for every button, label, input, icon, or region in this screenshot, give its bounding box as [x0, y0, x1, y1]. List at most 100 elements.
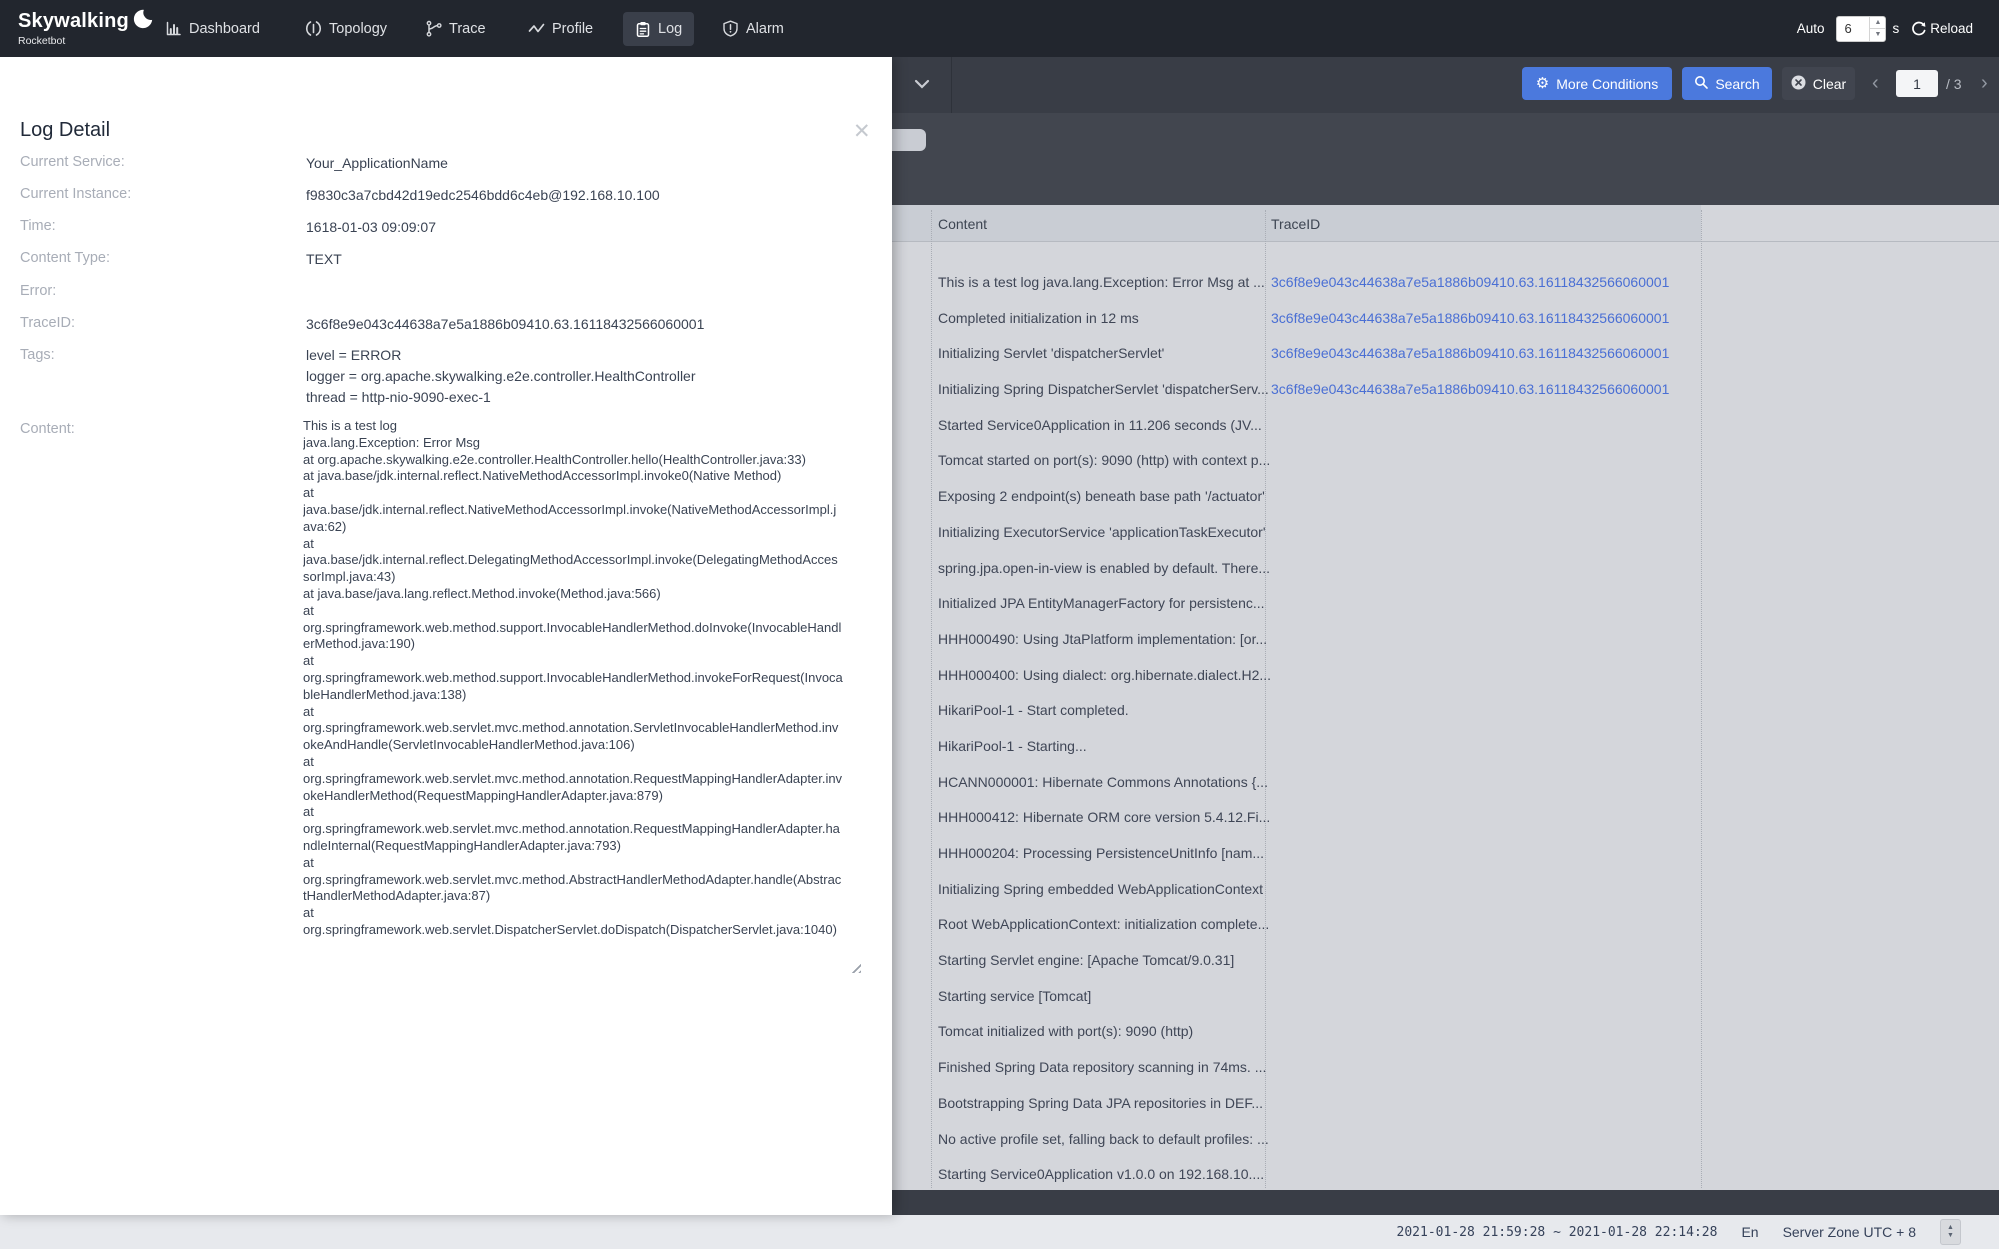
trace-id-link[interactable]: 3c6f8e9e043c44638a7e5a1886b09410.63.1611…: [1271, 301, 1669, 337]
log-content-cell: Initializing Spring DispatcherServlet 'd…: [938, 381, 1269, 398]
alarm-icon: [722, 20, 739, 37]
field-value-time: 1618-01-03 09:09:07: [306, 219, 436, 235]
nav-item-trace[interactable]: Trace: [425, 0, 486, 57]
log-content-cell: HHH000490: Using JtaPlatform implementat…: [938, 630, 1268, 647]
log-content-textarea[interactable]: This is a test log java.lang.Exception: …: [303, 418, 843, 974]
field-value-traceid: 3c6f8e9e043c44638a7e5a1886b09410.63.1611…: [306, 316, 705, 332]
chevron-left-icon: ‹: [1872, 72, 1879, 94]
trace-id-link[interactable]: 3c6f8e9e043c44638a7e5a1886b09410.63.1611…: [1271, 265, 1669, 301]
search-label: Search: [1715, 75, 1760, 92]
auto-label: Auto: [1796, 21, 1825, 36]
log-content-cell: Bootstrapping Spring Data JPA repositori…: [938, 1094, 1264, 1111]
logo-subtitle: Rocketbot: [18, 35, 66, 47]
more-conditions-button[interactable]: ⚙ More Conditions: [1522, 67, 1672, 100]
app-logo[interactable]: Skywalking Rocketbot: [18, 8, 153, 47]
log-content-cell: HikariPool-1 - Start completed.: [938, 702, 1129, 719]
close-icon[interactable]: ✕: [853, 119, 871, 144]
log-content-cell: Starting Service0Application v1.0.0 on 1…: [938, 1166, 1265, 1183]
log-content-cell: Root WebApplicationContext: initializati…: [938, 916, 1270, 933]
nav-label: Profile: [552, 20, 594, 37]
search-button[interactable]: Search: [1682, 67, 1772, 100]
time-range-text[interactable]: 2021-01-28 21:59:28 ~ 2021-01-28 22:14:2…: [1397, 1225, 1718, 1240]
nav-item-topology[interactable]: Topology: [305, 0, 387, 57]
auto-interval-value[interactable]: 6: [1837, 21, 1869, 36]
log-content-cell: HHH000400: Using dialect: org.hibernate.…: [938, 666, 1272, 683]
auto-interval-input[interactable]: 6 ▲ ▼: [1836, 15, 1887, 42]
clear-button[interactable]: Clear: [1782, 67, 1855, 100]
log-content-cell: spring.jpa.open-in-view is enabled by de…: [938, 559, 1271, 576]
trace-id-link[interactable]: 3c6f8e9e043c44638a7e5a1886b09410.63.1611…: [1271, 336, 1669, 372]
log-content-cell: No active profile set, falling back to d…: [938, 1130, 1269, 1147]
logo-title: Skywalking: [18, 10, 129, 32]
log-content-cell: Initializing Servlet 'dispatcherServlet': [938, 345, 1165, 362]
caret-up-icon[interactable]: ▲: [1870, 17, 1886, 29]
nav-item-profile[interactable]: Profile: [528, 0, 593, 57]
pagination-current-page[interactable]: 1: [1896, 70, 1938, 97]
caret-down-icon[interactable]: ▼: [1947, 1232, 1954, 1240]
tag-level: level = ERROR: [306, 347, 402, 363]
gear-icon: ⚙: [1535, 75, 1550, 92]
log-content-cell: Initialized JPA EntityManagerFactory for…: [938, 595, 1265, 612]
log-content-cell: This is a test log java.lang.Exception: …: [938, 274, 1265, 290]
pagination-prev-button[interactable]: ‹: [1872, 67, 1879, 100]
log-content-cell: HHH000204: Processing PersistenceUnitInf…: [938, 845, 1265, 861]
nav-item-alarm[interactable]: Alarm: [722, 0, 784, 57]
field-label-current-instance: Current Instance:: [20, 186, 132, 202]
log-content-cell: Tomcat initialized with port(s): 9090 (h…: [938, 1023, 1194, 1040]
reload-label[interactable]: Reload: [1930, 21, 1973, 36]
field-label-content-type: Content Type:: [20, 250, 111, 266]
filter-tag-pill[interactable]: [886, 129, 926, 151]
search-icon: [1694, 75, 1709, 92]
top-navbar: Skywalking Rocketbot Dashboard Topology: [0, 0, 1999, 57]
toolbar-separator: [951, 57, 952, 113]
log-content-cell: HCANN000001: Hibernate Commons Annotatio…: [938, 773, 1268, 790]
log-content-cell: Initializing ExecutorService 'applicatio…: [938, 523, 1266, 540]
skywalking-log-page: ⚙ More Conditions Search Clear ‹ 1 / 3 ›…: [0, 0, 1999, 1249]
nav-item-dashboard[interactable]: Dashboard: [165, 0, 260, 57]
nav-label: Alarm: [746, 20, 784, 37]
nav-item-log[interactable]: Log: [623, 12, 695, 46]
column-header-content: Content: [938, 215, 988, 232]
log-content-cell: Finished Spring Data repository scanning…: [938, 1059, 1267, 1076]
dashboard-icon: [165, 20, 182, 37]
reload-icon[interactable]: [1911, 21, 1927, 37]
footer-bar: 2021-01-28 21:59:28 ~ 2021-01-28 22:14:2…: [0, 1215, 1999, 1249]
server-zone-label: Server Zone UTC + 8: [1782, 1224, 1916, 1240]
chevron-right-icon: ›: [1981, 72, 1988, 94]
field-value-content-type: TEXT: [306, 251, 342, 267]
circle-x-icon: [1791, 75, 1806, 93]
log-icon: [635, 21, 651, 38]
pagination-next-button[interactable]: ›: [1981, 67, 1988, 100]
modal-title: Log Detail: [20, 119, 111, 141]
log-content-cell: Starting Servlet engine: [Apache Tomcat/…: [938, 952, 1235, 969]
field-label-time: Time:: [20, 218, 56, 234]
more-conditions-label: More Conditions: [1556, 75, 1659, 92]
auto-unit: s: [1892, 21, 1900, 36]
log-content-cell: Exposing 2 endpoint(s) beneath base path…: [938, 488, 1265, 505]
caret-up-icon[interactable]: ▲: [1947, 1224, 1954, 1232]
caret-down-icon[interactable]: ▼: [1870, 29, 1885, 41]
log-content-cell: Initializing Spring embedded WebApplicat…: [938, 880, 1264, 897]
nav-label: Trace: [449, 20, 486, 37]
auto-interval-stepper[interactable]: ▲ ▼: [1869, 16, 1886, 41]
language-toggle[interactable]: En: [1741, 1224, 1758, 1240]
column-header-traceid: TraceID: [1271, 215, 1321, 232]
log-content-cell: HikariPool-1 - Starting...: [938, 737, 1087, 754]
log-content-cell: HHH000412: Hibernate ORM core version 5.…: [938, 809, 1271, 826]
field-label-tags: Tags:: [20, 347, 55, 363]
field-label-error: Error:: [20, 283, 57, 299]
tag-thread: thread = http-nio-9090-exec-1: [306, 389, 491, 405]
page-number: 1: [1913, 75, 1921, 92]
field-label-traceid: TraceID:: [20, 315, 76, 331]
profile-icon: [528, 20, 545, 37]
trace-id-link[interactable]: 3c6f8e9e043c44638a7e5a1886b09410.63.1611…: [1271, 372, 1669, 408]
utc-offset-stepper[interactable]: ▲ ▼: [1940, 1219, 1961, 1245]
resize-grip-icon[interactable]: [848, 960, 861, 973]
nav-label: Topology: [329, 20, 388, 37]
field-value-current-service: Your_ApplicationName: [306, 155, 448, 171]
topology-icon: [305, 20, 322, 37]
nav-label: Dashboard: [189, 20, 260, 37]
chevron-down-icon[interactable]: [914, 76, 930, 94]
pagination-total: / 3: [1946, 75, 1962, 92]
moon-icon: [133, 8, 153, 35]
